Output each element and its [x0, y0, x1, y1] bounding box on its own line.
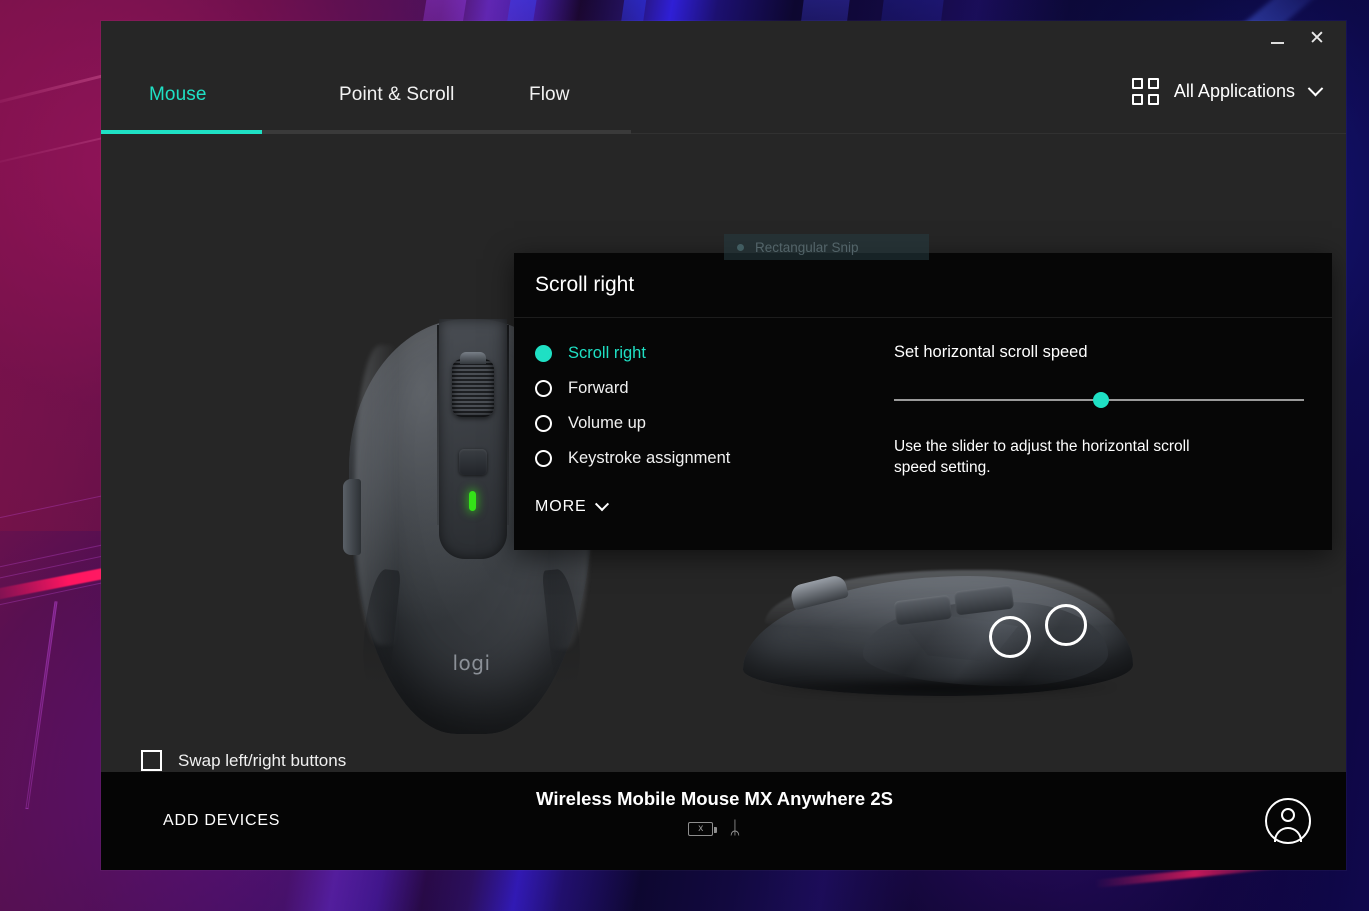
snip-dot-icon — [737, 243, 744, 251]
option-scroll-right[interactable]: Scroll right — [535, 336, 894, 371]
battery-x-glyph: x — [698, 822, 704, 834]
close-button[interactable]: ✕ — [1298, 24, 1336, 54]
device-status-icons: x ᛦ — [83, 819, 1346, 838]
logi-logo: logi — [452, 651, 491, 675]
panel-body: Rectangular Snip Scroll right Forward Vo… — [514, 234, 1332, 550]
main-content: logi Swap left/right buttons Scroll righ… — [101, 134, 1346, 772]
chevron-down-icon — [594, 497, 609, 512]
option-label: Scroll right — [568, 344, 646, 362]
all-applications-label: All Applications — [1173, 81, 1295, 101]
tab-point-and-scroll[interactable]: Point & Scroll — [339, 84, 529, 106]
option-keystroke-assignment[interactable]: Keystroke assignment — [535, 441, 894, 476]
option-volume-up[interactable]: Volume up — [535, 406, 894, 441]
device-footer: ADD DEVICES Wireless Mobile Mouse MX Any… — [101, 772, 1346, 870]
mouse-seam-left — [437, 325, 439, 525]
scroll-speed-title: Set horizontal scroll speed — [894, 343, 1088, 361]
mouse-status-led — [469, 491, 476, 511]
option-label: Keystroke assignment — [568, 449, 731, 467]
avatar-head — [1281, 808, 1295, 822]
desktop-wallpaper: ✕ Mouse Point & Scroll Flow All Applicat… — [0, 0, 1369, 911]
radio-keystroke-assignment[interactable] — [535, 450, 552, 467]
swap-buttons-label: Swap left/right buttons — [178, 750, 347, 770]
scroll-right-config-panel: Scroll right Rectangular Snip Scroll rig… — [514, 234, 1332, 550]
panel-header: Scroll right — [514, 253, 1332, 318]
tab-flow[interactable]: Flow — [529, 84, 719, 106]
bluetooth-icon: ᛦ — [729, 818, 741, 839]
tab-bar: Mouse Point & Scroll Flow All Applicatio… — [101, 56, 1346, 134]
option-label: Volume up — [568, 414, 646, 432]
device-name-label: Wireless Mobile Mouse MX Anywhere 2S — [536, 788, 893, 809]
mouse-mode-shift-button — [459, 449, 487, 475]
window-titlebar: ✕ — [101, 21, 1346, 56]
minimize-icon — [1270, 42, 1284, 44]
account-avatar-icon[interactable] — [1265, 798, 1311, 844]
scroll-speed-help-text: Use the slider to adjust the horizontal … — [894, 438, 1190, 477]
battery-empty-x-icon: x — [688, 821, 718, 836]
panel-more-label: MORE — [535, 498, 587, 515]
all-applications-selector[interactable]: All Applications — [1131, 78, 1324, 105]
mouse-side-shadow — [761, 680, 1116, 698]
wallpaper-wire-outline — [25, 600, 58, 810]
tab-mouse[interactable]: Mouse — [149, 84, 339, 106]
mouse-seam-right — [507, 325, 509, 525]
panel-title: Scroll right — [535, 273, 635, 296]
logitech-options-window: ✕ Mouse Point & Scroll Flow All Applicat… — [101, 21, 1346, 870]
action-options-list: Scroll right Forward Volume up Keystroke… — [514, 318, 894, 550]
option-forward[interactable]: Forward — [535, 371, 894, 406]
scroll-speed-slider[interactable] — [894, 390, 1304, 410]
panel-more-toggle[interactable]: MORE — [535, 497, 894, 516]
callout-ring-side-back-button[interactable] — [989, 616, 1031, 658]
slider-knob[interactable] — [1093, 392, 1110, 408]
chevron-down-icon — [1307, 80, 1324, 97]
swap-buttons-checkbox[interactable] — [141, 750, 162, 771]
radio-forward[interactable] — [535, 380, 552, 397]
avatar-shoulders — [1274, 827, 1302, 842]
connected-device-info: Wireless Mobile Mouse MX Anywhere 2S x ᛦ — [83, 788, 1346, 838]
close-icon: ✕ — [1309, 28, 1325, 49]
swap-buttons-row[interactable]: Swap left/right buttons — [141, 750, 346, 771]
callout-ring-side-forward-button[interactable] — [1045, 604, 1087, 646]
mouse-scroll-wheel — [452, 359, 494, 417]
scroll-speed-section: Set horizontal scroll speed Use the slid… — [894, 318, 1332, 550]
option-label: Forward — [568, 379, 629, 397]
radio-volume-up[interactable] — [535, 415, 552, 432]
minimize-button[interactable] — [1258, 24, 1296, 54]
mouse-side-buttons — [343, 479, 361, 555]
radio-scroll-right[interactable] — [535, 345, 552, 362]
grid-icon — [1131, 78, 1159, 105]
